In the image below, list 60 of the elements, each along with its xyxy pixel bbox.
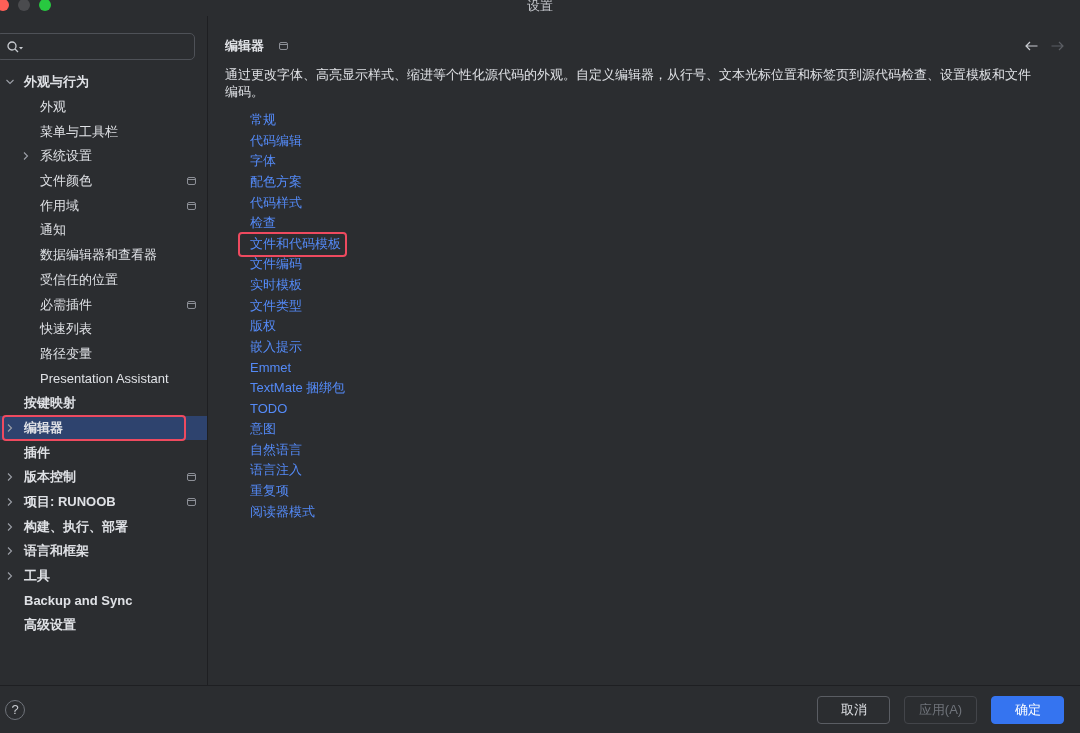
sidebar-item[interactable]: 版本控制 [0, 465, 207, 490]
settings-link[interactable]: TextMate 捆绑包 [250, 379, 346, 397]
sidebar-item[interactable]: 高级设置 [0, 613, 207, 638]
sidebar-item[interactable]: 编辑器 [0, 415, 207, 441]
sidebar-item[interactable]: 插件 [0, 440, 207, 465]
sidebar-item[interactable]: 必需插件 [0, 292, 207, 317]
sidebar-item[interactable]: 路径变量 [0, 341, 207, 367]
page-description: 通过更改字体、高亮显示样式、缩进等个性化源代码的外观。自定义编辑器，从行号、文本光标位置和标签页到源代码检查、设置模板和文件编码。 [225, 67, 1032, 100]
settings-link[interactable]: 代码编辑 [250, 131, 302, 150]
settings-link[interactable]: 配色方案 [250, 173, 302, 192]
settings-link[interactable]: 代码样式 [250, 193, 302, 212]
sidebar-item[interactable]: 外观与行为 [0, 70, 207, 95]
chevron-icon[interactable] [6, 547, 14, 556]
settings-link[interactable]: 重复项 [250, 482, 289, 500]
chevron-icon[interactable] [6, 572, 14, 581]
settings-link[interactable]: Emmet [250, 359, 292, 375]
sidebar-item[interactable]: 快速列表 [0, 316, 207, 342]
dialog-button[interactable]: 取消 [817, 695, 890, 724]
settings-link[interactable]: TODO [250, 401, 288, 417]
settings-link[interactable]: 文件和代码模板 [250, 234, 341, 253]
chevron-icon[interactable] [6, 498, 14, 507]
sidebar-item[interactable]: 通知 [0, 218, 207, 243]
settings-link[interactable]: 常规 [250, 111, 276, 130]
search-icon [7, 40, 23, 53]
sidebar-item[interactable]: 按键映射 [0, 390, 207, 416]
sidebar-item[interactable]: 项目: RUNOOB [0, 489, 207, 515]
settings-link[interactable]: 自然语言 [250, 440, 302, 459]
sidebar-item[interactable]: 数据编辑器和查看器 [0, 242, 207, 268]
sidebar-item[interactable]: 文件颜色 [0, 168, 207, 194]
chevron-icon[interactable] [6, 78, 14, 87]
sidebar-item[interactable]: 系统设置 [0, 144, 207, 169]
chevron-icon[interactable] [6, 423, 14, 432]
search-field[interactable] [0, 33, 195, 60]
settings-link[interactable]: 版权 [250, 317, 276, 336]
settings-link[interactable]: 文件类型 [250, 296, 302, 315]
settings-link[interactable]: 阅读器模式 [250, 502, 315, 521]
sidebar-item[interactable]: 工具 [0, 563, 207, 589]
settings-link[interactable]: 意图 [250, 420, 276, 439]
ok-button[interactable]: 确定 [991, 695, 1064, 724]
settings-link[interactable]: 嵌入提示 [250, 337, 302, 356]
settings-link[interactable]: 实时模板 [250, 276, 302, 295]
sidebar-item[interactable]: Presentation Assistant [0, 366, 207, 391]
page-title: 编辑器 [225, 37, 264, 55]
sidebar-item[interactable]: 外观 [0, 94, 207, 120]
settings-link[interactable]: 检查 [250, 214, 276, 233]
sidebar-item[interactable]: Backup and Sync [0, 588, 207, 614]
sidebar-item[interactable]: 菜单与工具栏 [0, 119, 207, 145]
chevron-icon[interactable] [6, 473, 14, 482]
window-title: 设置 [527, 0, 553, 13]
sidebar-item[interactable]: 作用域 [0, 193, 207, 219]
sidebar-item[interactable]: 语言和框架 [0, 539, 207, 564]
sidebar-item[interactable]: 构建、执行、部署 [0, 514, 207, 540]
back-arrow-icon[interactable] [1025, 41, 1038, 51]
chevron-icon[interactable] [22, 152, 30, 161]
settings-link[interactable]: 字体 [250, 152, 276, 171]
settings-link[interactable]: 文件编码 [250, 255, 302, 274]
zoom-window-icon[interactable] [39, 0, 51, 11]
sidebar-item[interactable]: 受信任的位置 [0, 267, 207, 293]
settings-link[interactable]: 语言注入 [250, 461, 302, 480]
chevron-icon[interactable] [6, 522, 14, 531]
